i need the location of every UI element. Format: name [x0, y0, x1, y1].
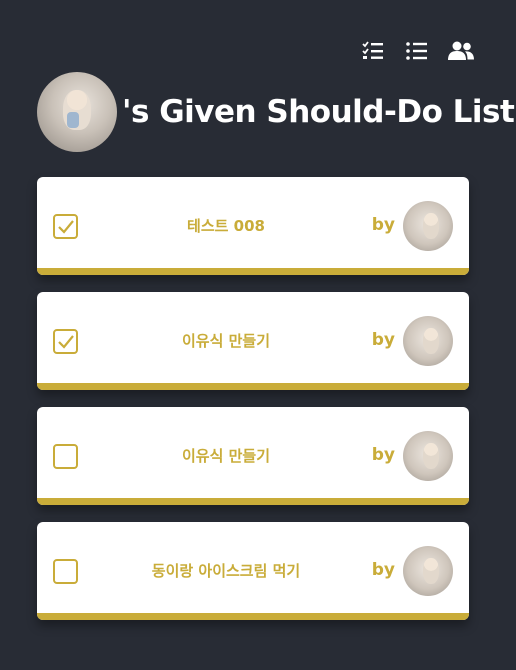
task-text: 동이랑 아이스크림 먹기 [151, 562, 301, 580]
card-accent-bar [37, 498, 469, 505]
task-text: 이유식 만들기 [181, 447, 271, 465]
check-icon [57, 219, 74, 234]
task-checkbox[interactable] [53, 329, 78, 354]
assigner-avatar[interactable] [403, 546, 453, 596]
assigner-avatar[interactable] [403, 201, 453, 251]
task-list: 테스트 008 by 이유식 만들기 by 이유식 만들기 by 동이랑 아이스… [37, 177, 469, 637]
by-label: by [371, 330, 395, 350]
card-accent-bar [37, 268, 469, 275]
check-icon [57, 334, 74, 349]
task-checkbox[interactable] [53, 444, 78, 469]
by-label: by [371, 560, 395, 580]
assigner-avatar[interactable] [403, 316, 453, 366]
by-label: by [371, 445, 395, 465]
card-accent-bar [37, 383, 469, 390]
card-accent-bar [37, 613, 469, 620]
checklist-nav-button[interactable] [360, 38, 386, 64]
task-card: 동이랑 아이스크림 먹기 by [37, 522, 469, 620]
list-icon [406, 42, 427, 60]
assigner-avatar[interactable] [403, 431, 453, 481]
task-text: 테스트 008 [187, 217, 265, 235]
task-text: 이유식 만들기 [181, 332, 271, 350]
page-title: 's Given Should-Do List [122, 94, 515, 130]
task-checkbox[interactable] [53, 559, 78, 584]
owner-avatar [37, 72, 117, 152]
task-card: 이유식 만들기 by [37, 292, 469, 390]
checklist-icon [362, 41, 383, 59]
list-nav-button[interactable] [404, 38, 430, 64]
page-header: 's Given Should-Do List [37, 72, 515, 152]
users-nav-button[interactable] [448, 38, 474, 64]
task-card: 테스트 008 by [37, 177, 469, 275]
top-navigation [360, 38, 474, 64]
task-checkbox[interactable] [53, 214, 78, 239]
by-label: by [371, 215, 395, 235]
task-card: 이유식 만들기 by [37, 407, 469, 505]
users-icon [448, 41, 474, 60]
